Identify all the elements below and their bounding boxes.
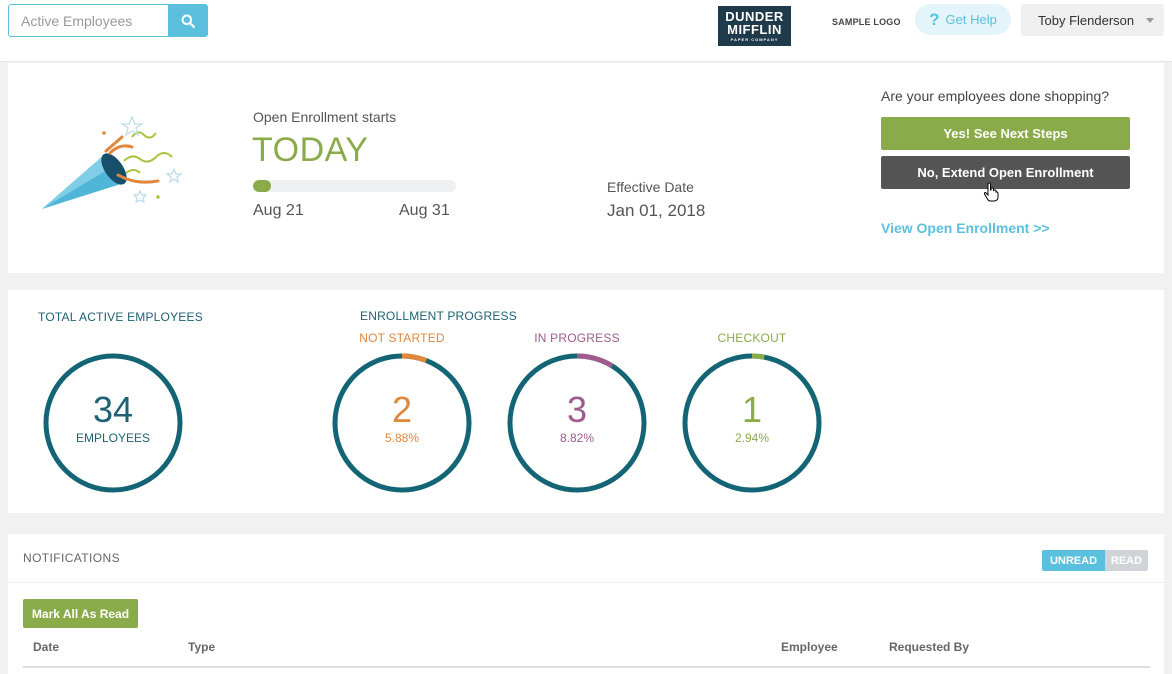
enrollment-progress-fill [253,180,272,192]
logo-line-3: PAPER COMPANY [730,37,779,42]
user-name: Toby Flenderson [1038,12,1135,28]
effective-date-label: Effective Date [607,179,694,195]
unread-toggle-button[interactable]: UNREAD [1042,550,1105,571]
enrollment-start-date: Aug 21 [253,202,304,219]
get-help-button[interactable]: ? Get Help [915,4,1011,35]
shopping-question: Are your employees done shopping? [881,88,1110,104]
checkout-count: 1 [741,389,763,430]
get-help-label: Get Help [945,12,997,27]
extend-enrollment-button[interactable]: No, Extend Open Enrollment [881,156,1130,189]
checkout-percent: 2.94% [734,431,770,445]
open-enrollment-label: Open Enrollment starts [253,109,397,125]
total-employees-circle: 34 EMPLOYEES [43,353,183,493]
enrollment-progress-bar [253,180,456,192]
column-header-type[interactable]: Type [188,640,215,654]
not-started-label: NOT STARTED [359,331,445,345]
user-menu[interactable]: Toby Flenderson [1021,4,1164,36]
checkout-circle: 1 2.94% [682,353,822,493]
logo-line-2: MIFFLIN [727,22,782,37]
read-filter-toggle: UNREAD READ [1042,550,1148,571]
read-toggle-button[interactable]: READ [1105,550,1148,571]
company-logo: DUNDER MIFFLIN PAPER COMPANY [718,6,791,46]
not-started-count: 2 [391,389,413,430]
checkout-label: CHECKOUT [717,331,787,345]
mark-all-read-button[interactable]: Mark All As Read [23,599,138,628]
notifications-panel: NOTIFICATIONS UNREAD READ Mark All As Re… [8,534,1164,674]
see-next-steps-button[interactable]: Yes! See Next Steps [881,117,1130,150]
column-header-employee[interactable]: Employee [781,640,838,654]
question-icon: ? [929,9,940,29]
total-employees-count: 34 [92,389,134,430]
not-started-circle: 2 5.88% [332,353,472,493]
effective-date-value: Jan 01, 2018 [607,201,706,220]
divider [8,582,1164,583]
in-progress-label: IN PROGRESS [534,331,620,345]
search-input[interactable] [8,4,168,37]
sample-logo: SAMPLE LOGO [832,17,901,27]
search-icon [181,14,195,28]
total-employees-unit: EMPLOYEES [75,431,151,445]
enrollment-progress-title: ENROLLMENT PROGRESS [360,309,517,323]
column-header-requested-by[interactable]: Requested By [889,640,969,654]
enrollment-end-date: Aug 31 [399,202,450,219]
column-header-date[interactable]: Date [33,640,59,654]
not-started-percent: 5.88% [384,431,420,445]
search-button[interactable] [168,4,208,37]
notifications-title: NOTIFICATIONS [23,551,120,565]
view-open-enrollment-link[interactable]: View Open Enrollment >> [881,220,1050,236]
table-header-divider [23,666,1150,668]
search-box [8,4,208,37]
enrollment-panel: Open Enrollment starts TODAY Aug 21 Aug … [8,63,1164,273]
stats-panel: TOTAL ACTIVE EMPLOYEES 34 EMPLOYEES ENRO… [8,290,1164,513]
chevron-down-icon [1146,18,1154,23]
in-progress-percent: 8.82% [559,431,595,445]
in-progress-circle: 3 8.82% [507,353,647,493]
total-employees-title: TOTAL ACTIVE EMPLOYEES [38,310,203,324]
hand-cursor-icon [983,182,999,202]
party-popper-icon [42,115,183,209]
top-bar: DUNDER MIFFLIN PAPER COMPANY SAMPLE LOGO… [0,0,1172,62]
enrollment-status: TODAY [252,131,369,169]
in-progress-count: 3 [566,389,588,430]
